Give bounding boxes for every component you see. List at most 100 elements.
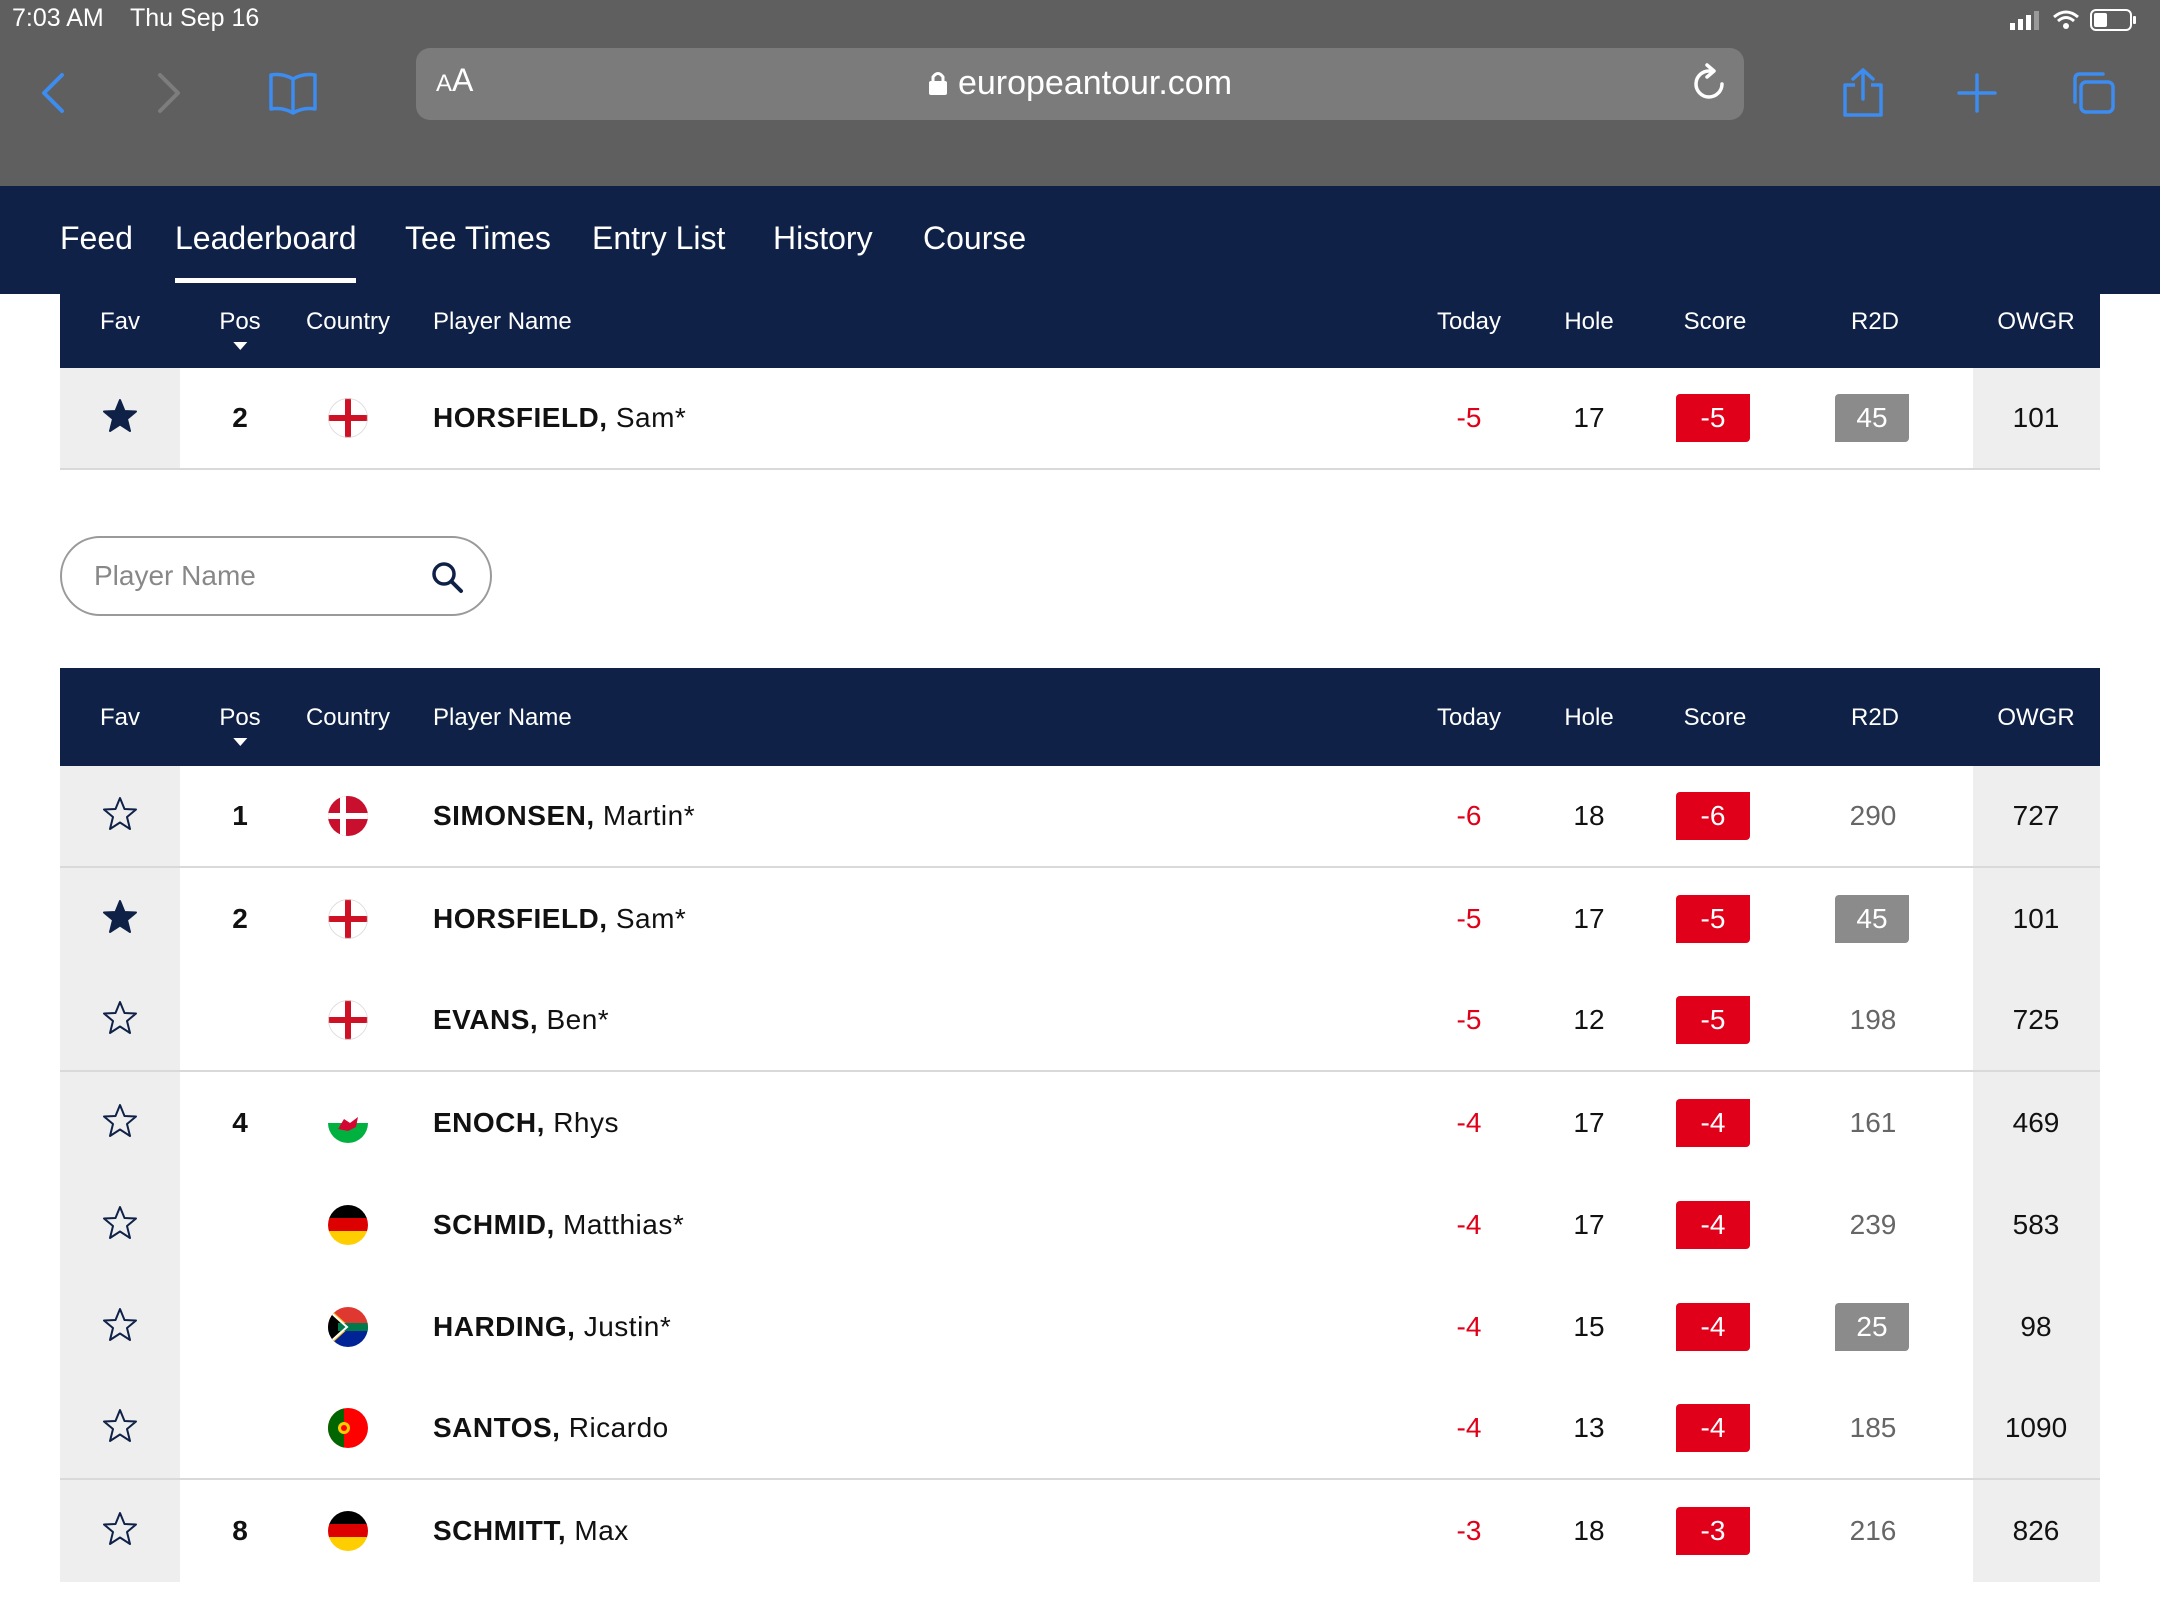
new-tab-plus-icon[interactable] [1942, 58, 2012, 128]
column-pos[interactable]: Pos [219, 704, 261, 746]
player-first-name: Ben* [546, 1004, 610, 1035]
player-name[interactable]: HORSFIELD, Sam* [433, 402, 686, 434]
r2d-badge: 45 [1835, 394, 1909, 442]
star-outline-icon[interactable] [102, 1103, 138, 1144]
favorite-toggle[interactable] [60, 368, 180, 468]
owgr-value: 727 [2012, 800, 2060, 831]
star-outline-icon[interactable] [102, 1511, 138, 1552]
favorite-toggle[interactable] [60, 1276, 180, 1378]
tab-leaderboard[interactable]: Leaderboard [175, 220, 357, 283]
player-last-name: SANTOS, [433, 1412, 561, 1443]
player-name[interactable]: SCHMITT, Max [433, 1515, 629, 1547]
bookmarks-icon[interactable] [258, 58, 328, 128]
player-first-name: Martin* [602, 800, 696, 831]
owgr-value: 725 [2012, 1004, 2060, 1035]
table-row[interactable]: SANTOS, Ricardo -4 13 -4 185 1090 [60, 1378, 2100, 1480]
search-icon[interactable] [430, 560, 464, 594]
column-hole: Hole [1564, 308, 1614, 335]
leaderboard-table: Fav Pos Country Player Name Today Hole S… [60, 668, 2100, 1582]
tab-tee-times[interactable]: Tee Times [405, 220, 551, 257]
player-search-input[interactable] [94, 556, 424, 596]
favorite-toggle[interactable] [60, 868, 180, 970]
favorites-rows: 2 HORSFIELD, Sam* -5 17 -5 45 101 [60, 368, 2100, 470]
germany-flag-icon [328, 1511, 368, 1551]
tab-feed[interactable]: Feed [60, 220, 133, 257]
table-row[interactable]: 2 HORSFIELD, Sam* -5 17 -5 45 101 [60, 868, 2100, 970]
player-last-name: EVANS, [433, 1004, 539, 1035]
player-name[interactable]: EVANS, Ben* [433, 1004, 609, 1036]
status-time: 7:03 AM [12, 4, 104, 32]
favorite-toggle[interactable] [60, 1072, 180, 1174]
star-outline-icon[interactable] [102, 1205, 138, 1246]
hole: 15 [1573, 1311, 1605, 1342]
today-score: -3 [1456, 1515, 1482, 1546]
status-date: Thu Sep 16 [130, 4, 260, 32]
column-score: Score [1683, 704, 1747, 731]
player-last-name: ENOCH, [433, 1107, 545, 1138]
share-icon[interactable] [1828, 58, 1898, 128]
favorite-toggle[interactable] [60, 1174, 180, 1276]
total-score-badge: -6 [1676, 792, 1750, 840]
today-score: -4 [1456, 1412, 1482, 1443]
star-outline-icon[interactable] [102, 1408, 138, 1449]
tab-entry-list[interactable]: Entry List [592, 220, 725, 257]
owgr-value: 826 [2012, 1515, 2060, 1546]
player-last-name: HORSFIELD, [433, 402, 608, 433]
r2d-value: 216 [1849, 1515, 1897, 1546]
table-row[interactable]: SCHMID, Matthias* -4 17 -4 239 583 [60, 1174, 2100, 1276]
player-name[interactable]: SIMONSEN, Martin* [433, 800, 695, 832]
total-score-badge: -5 [1676, 996, 1750, 1044]
column-r2d: R2D [1850, 308, 1900, 335]
favorite-toggle[interactable] [60, 766, 180, 866]
battery-icon [2090, 9, 2136, 31]
r2d-badge: 25 [1835, 1303, 1909, 1351]
hole: 18 [1573, 1515, 1605, 1546]
player-last-name: SCHMID, [433, 1209, 555, 1240]
player-name[interactable]: SANTOS, Ricardo [433, 1412, 669, 1444]
hole: 17 [1573, 903, 1605, 934]
germany-flag-icon [328, 1205, 368, 1245]
star-filled-icon[interactable] [102, 398, 138, 439]
star-outline-icon[interactable] [102, 1000, 138, 1041]
table-row[interactable]: 1 SIMONSEN, Martin* -6 18 -6 290 727 [60, 766, 2100, 868]
star-filled-icon[interactable] [102, 899, 138, 940]
player-name[interactable]: ENOCH, Rhys [433, 1107, 619, 1139]
star-outline-icon[interactable] [102, 1307, 138, 1348]
tabs-overview-icon[interactable] [2058, 58, 2128, 128]
leaderboard-rows: 1 SIMONSEN, Martin* -6 18 -6 290 727 2 HORSFIELD… [60, 766, 2100, 1582]
player-first-name: Max [574, 1515, 629, 1546]
position: 8 [232, 1515, 248, 1546]
table-row[interactable]: HARDING, Justin* -4 15 -4 25 98 [60, 1276, 2100, 1378]
player-last-name: HORSFIELD, [433, 903, 608, 934]
column-fav: Fav [99, 308, 141, 335]
column-hole: Hole [1564, 704, 1614, 731]
today-score: -5 [1456, 903, 1482, 934]
south-africa-flag-icon [328, 1307, 368, 1347]
position: 4 [232, 1107, 248, 1138]
tab-history[interactable]: History [773, 220, 873, 257]
star-outline-icon[interactable] [102, 796, 138, 837]
player-name[interactable]: HORSFIELD, Sam* [433, 903, 686, 935]
status-bar: 7:03 AM Thu Sep 16 [0, 0, 2160, 40]
player-name[interactable]: SCHMID, Matthias* [433, 1209, 684, 1241]
favorite-toggle[interactable] [60, 970, 180, 1070]
player-last-name: SCHMITT, [433, 1515, 567, 1546]
tab-course[interactable]: Course [923, 220, 1026, 257]
table-row[interactable]: 2 HORSFIELD, Sam* -5 17 -5 45 101 [60, 368, 2100, 470]
position: 2 [232, 903, 248, 934]
favorite-toggle[interactable] [60, 1480, 180, 1582]
address-bar[interactable]: AA europeantour.com [416, 48, 1744, 120]
portugal-flag-icon [328, 1408, 368, 1448]
column-r2d: R2D [1850, 704, 1900, 731]
table-row[interactable]: 4 ENOCH, Rhys -4 17 -4 161 469 [60, 1072, 2100, 1174]
forward-icon[interactable] [134, 58, 204, 128]
table-row[interactable]: 8 SCHMITT, Max -3 18 -3 216 826 [60, 1480, 2100, 1582]
r2d-value: 185 [1849, 1412, 1897, 1443]
favorite-toggle[interactable] [60, 1378, 180, 1478]
reload-icon[interactable] [1690, 62, 1730, 104]
column-pos[interactable]: Pos [219, 308, 261, 350]
column-country: Country [305, 308, 391, 335]
back-icon[interactable] [18, 58, 88, 128]
player-name[interactable]: HARDING, Justin* [433, 1311, 671, 1343]
table-row[interactable]: EVANS, Ben* -5 12 -5 198 725 [60, 970, 2100, 1072]
